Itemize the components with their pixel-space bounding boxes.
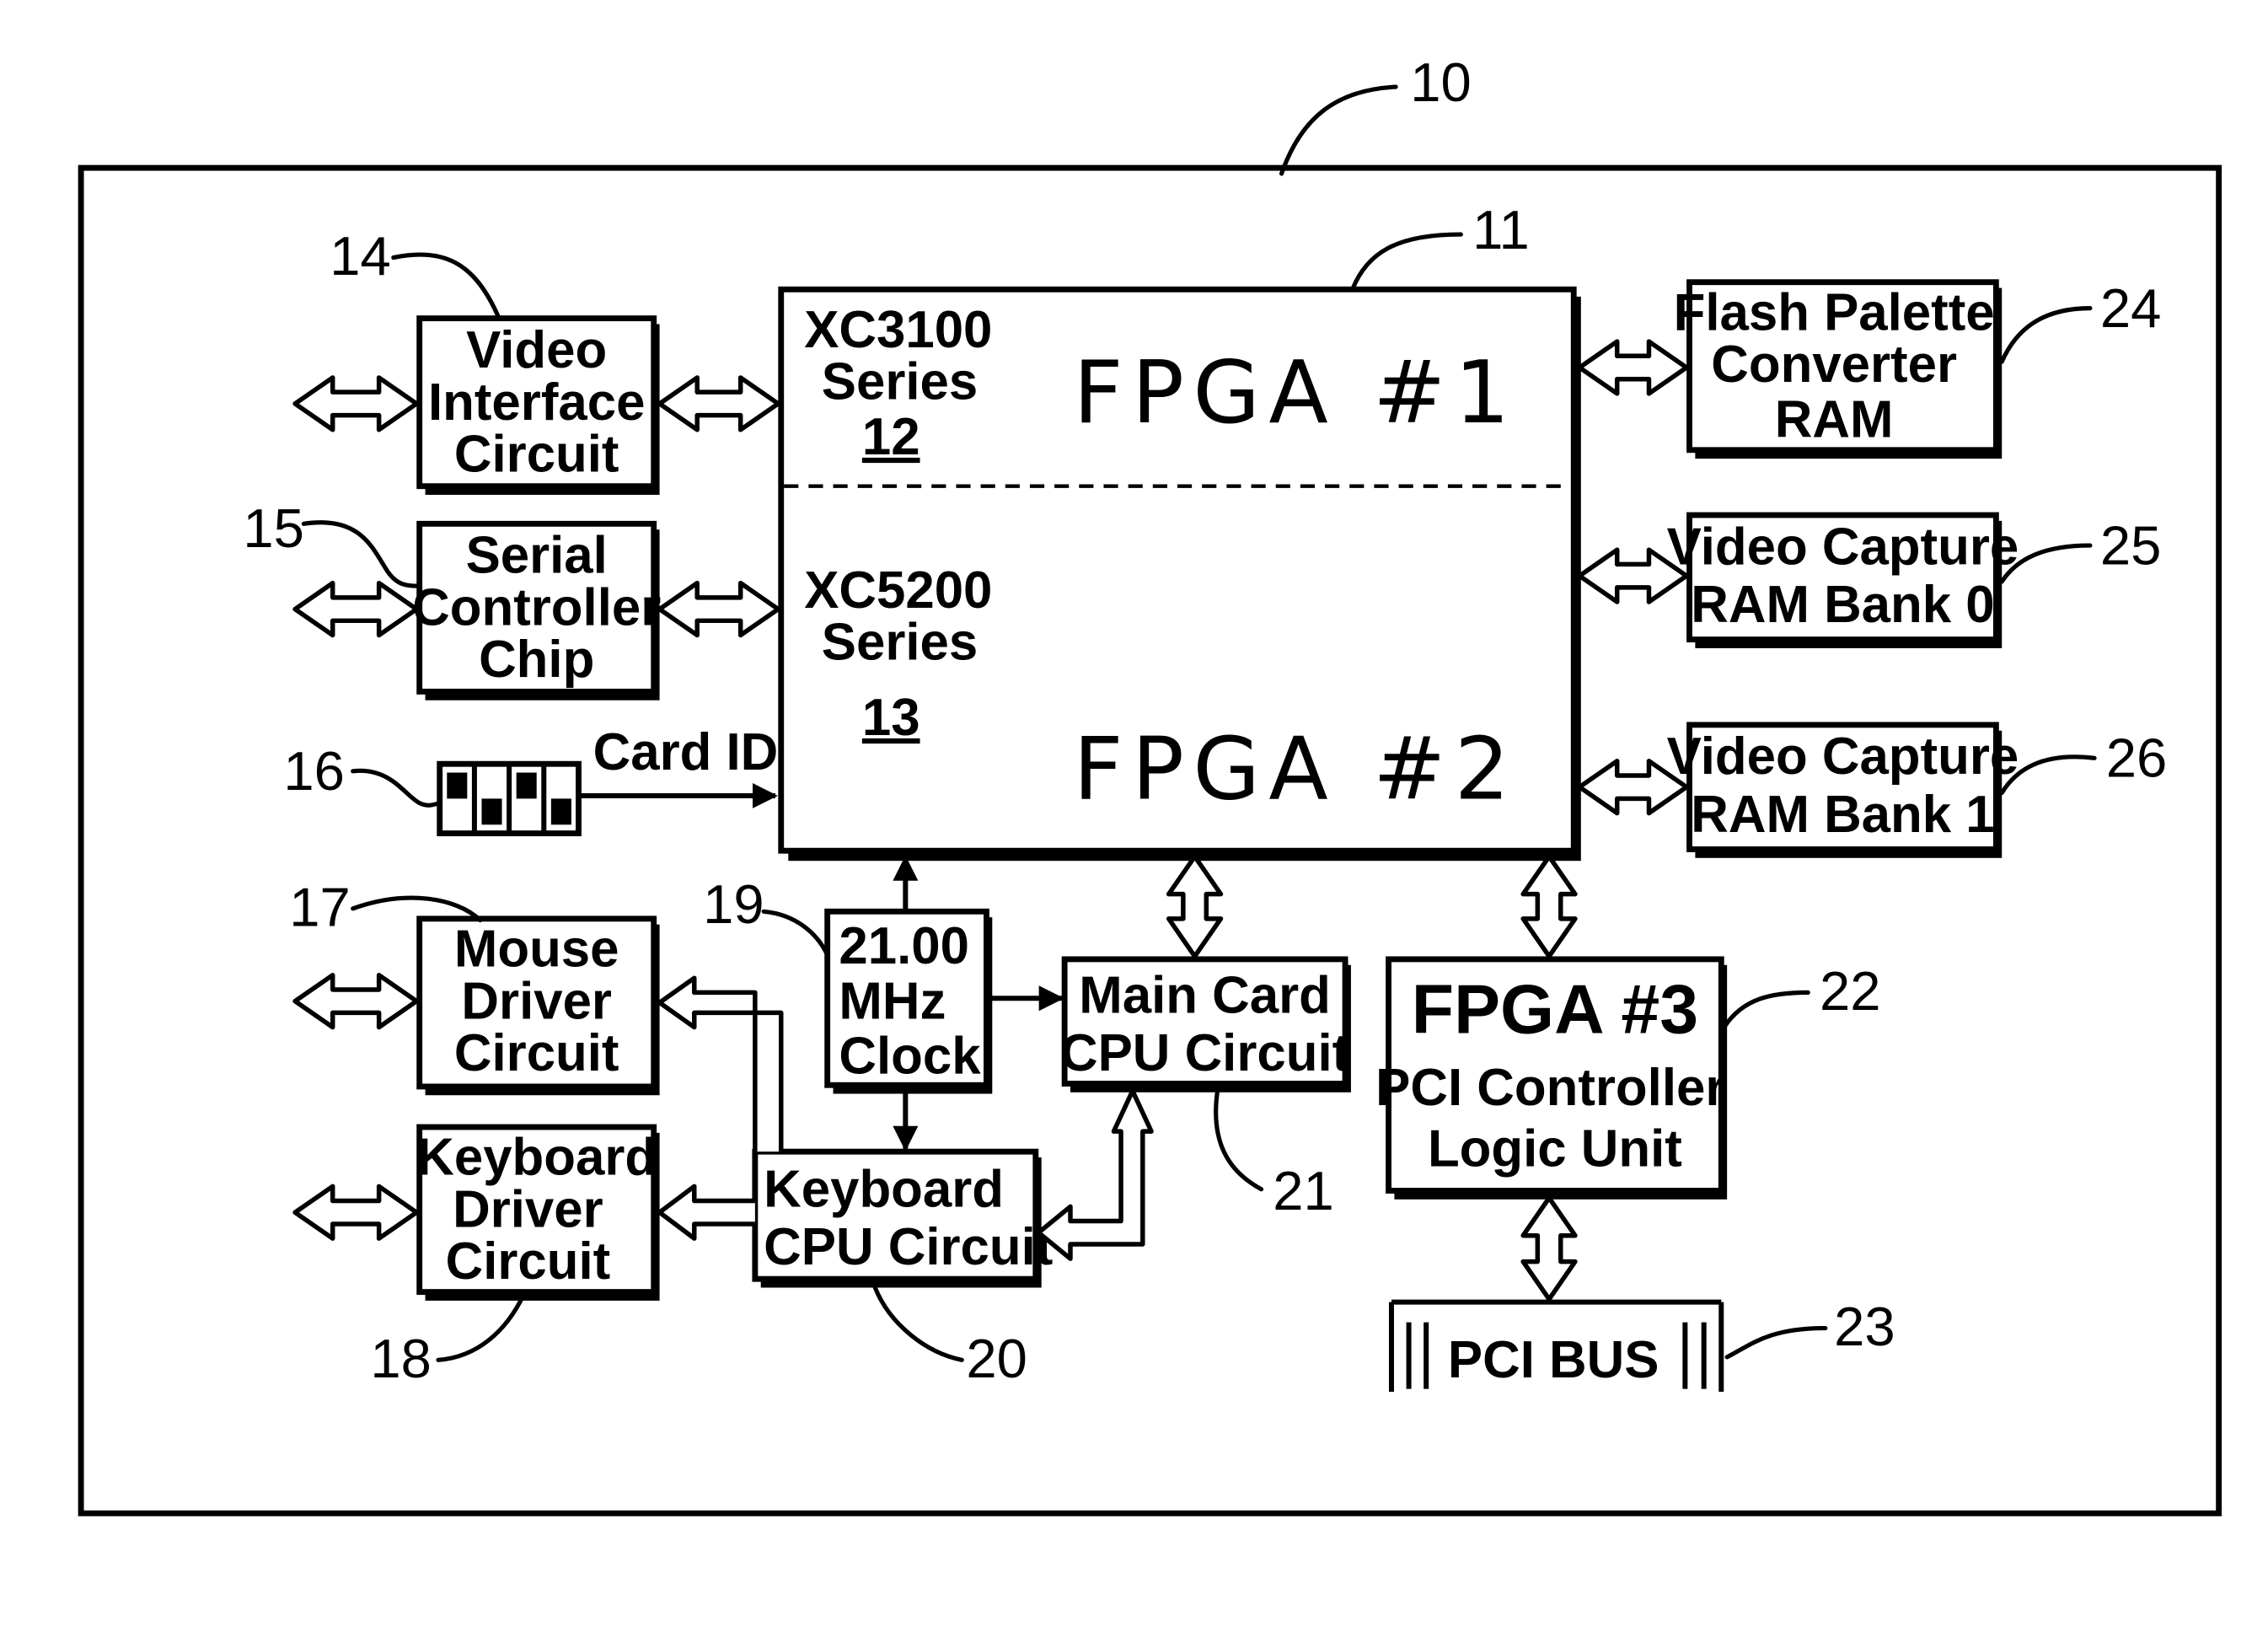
card-overview-diagram: 10 XC3100 Series 12 FPGA #1 XC5200 Serie… [78,51,2222,1517]
fpga-to-main-cpu-bus-arrow [1166,854,1224,959]
svg-text:Converter: Converter [1711,336,1957,394]
svg-text:Video Capture: Video Capture [1667,727,2019,786]
video-capture-ram-bank-0: Video Capture RAM Bank 0 25 [1667,512,2162,648]
fpga-block: XC3100 Series 12 FPGA #1 XC5200 Series 1… [778,199,1581,862]
fpga2-series: Series [822,614,978,672]
svg-text:Circuit: Circuit [446,1232,611,1291]
card-id-label: Card ID [593,723,779,781]
main-cpu-to-keyboard-cpu-bus [1036,1088,1154,1261]
svg-text:Keyboard: Keyboard [764,1160,1004,1218]
svg-text:RAM Bank 1: RAM Bank 1 [1691,786,1994,844]
fpga1-label: FPGA #1 [1073,342,1518,443]
main-card-cpu-circuit: Main Card CPU Circuit 21 [1060,956,1351,1221]
svg-text:Video Capture: Video Capture [1667,518,2019,576]
svg-text:MHz: MHz [839,972,946,1030]
svg-text:Keyboard: Keyboard [416,1129,657,1187]
ref-20: 20 [966,1328,1027,1389]
svg-text:Driver: Driver [461,972,612,1030]
svg-text:Controller: Controller [412,578,661,636]
svg-text:RAM: RAM [1775,390,1894,448]
ref-11: 11 [1472,199,1530,260]
keyboard-cpu-to-mouse-bus [657,975,784,1152]
fpga3-pci-controller: FPGA #3 PCI Controller Logic Unit 22 [1375,956,1881,1200]
svg-text:PCI BUS: PCI BUS [1448,1331,1659,1389]
svg-text:Clock: Clock [839,1027,981,1085]
svg-text:RAM Bank 0: RAM Bank 0 [1691,576,1994,634]
svg-text:PCI Controller: PCI Controller [1375,1059,1725,1117]
serial-to-fpga-bus-arrow [657,580,781,638]
ref-24: 24 [2100,277,2162,339]
svg-text:FPGA #3: FPGA #3 [1412,970,1698,1048]
ref-14: 14 [330,225,391,287]
keyboard-external-bus-arrow [292,1184,420,1241]
ref-22: 22 [1820,960,1881,1022]
ref-17: 17 [289,876,351,937]
svg-text:10: 10 [1410,51,1472,113]
pci-bus: PCI BUS 23 [1388,1296,1895,1393]
card-id-dip-switch: Card ID 16 [283,723,779,837]
video-interface-circuit: Video Interface Circuit 14 [330,225,660,496]
svg-text:Flash Palette: Flash Palette [1674,283,1995,341]
ref-15: 15 [243,497,304,559]
fpga1-series: Series [822,353,978,411]
keyboard-cpu-to-keyboard-driver-bus [657,1184,755,1241]
ref-12: 12 [862,408,920,466]
ref-26: 26 [2106,727,2168,789]
ref-18: 18 [370,1328,432,1389]
svg-text:Mouse: Mouse [454,920,619,978]
keyboard-cpu-circuit: Keyboard CPU Circuit 20 [752,1148,1053,1389]
fpga2-chip: XC5200 [804,561,992,620]
serial-external-bus-arrow [292,580,420,638]
mouse-driver-circuit: Mouse Driver Circuit 17 [289,876,660,1096]
svg-text:Main Card: Main Card [1079,966,1331,1024]
video-external-bus-arrow [292,375,420,432]
ref-10: 10 [1279,51,1472,176]
video-to-fpga-bus-arrow [657,375,781,432]
ref-25: 25 [2100,514,2162,576]
ref-13: 13 [862,689,920,747]
svg-text:Chip: Chip [479,631,594,689]
fpga2-label: FPGA #2 [1073,718,1518,819]
svg-text:Circuit: Circuit [454,426,619,484]
mouse-external-bus-arrow [292,973,420,1030]
svg-text:Circuit: Circuit [454,1024,619,1082]
ref-19: 19 [703,873,764,935]
video-capture-ram-bank-1: Video Capture RAM Bank 1 26 [1667,722,2168,858]
svg-text:CPU Circuit: CPU Circuit [764,1218,1053,1276]
svg-text:CPU Circuit: CPU Circuit [1060,1024,1349,1082]
serial-controller-chip: Serial Controller Chip 15 [243,497,661,701]
fpga-to-flash-palette-bus-arrow [1577,339,1689,396]
flash-palette-converter-ram: Flash Palette Converter RAM 24 [1674,277,2162,459]
fpga-to-fpga3-bus-arrow [1520,854,1578,959]
svg-text:21.00: 21.00 [839,917,969,975]
ref-21: 21 [1273,1160,1334,1221]
keyboard-driver-circuit: Keyboard Driver Circuit 18 [370,1124,660,1389]
ref-16: 16 [283,740,345,802]
svg-text:Video: Video [466,321,607,379]
fpga3-to-pci-bus-arrow [1520,1195,1578,1302]
svg-text:Interface: Interface [428,373,645,432]
ref-23: 23 [1834,1296,1895,1357]
svg-text:Driver: Driver [453,1180,603,1238]
svg-text:Logic Unit: Logic Unit [1428,1119,1682,1178]
fpga1-chip: XC3100 [804,301,992,359]
svg-text:Serial: Serial [466,527,608,585]
